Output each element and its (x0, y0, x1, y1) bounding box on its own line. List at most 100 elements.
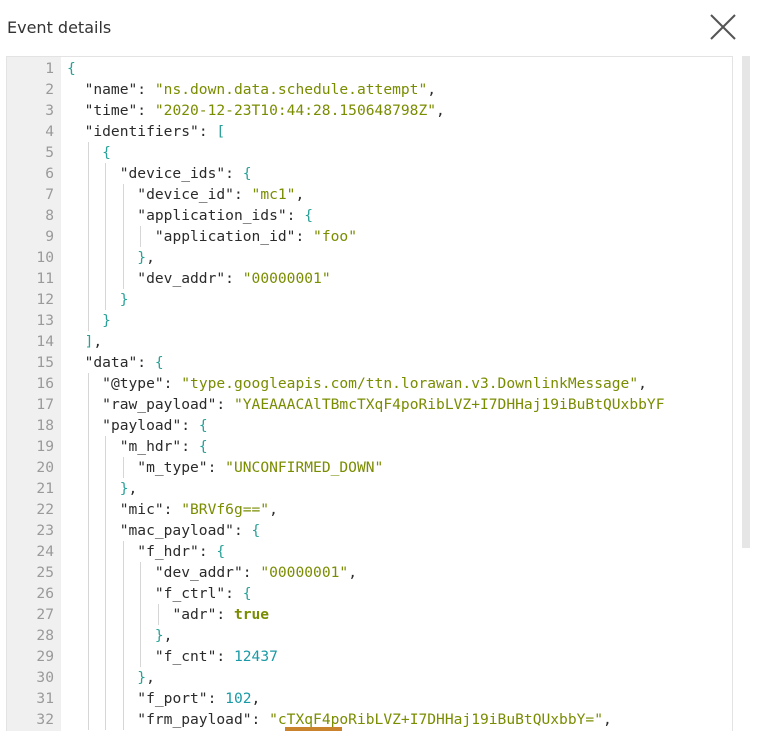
code-line: 15 "data": { (7, 352, 732, 373)
token-str: "cTXqF4poRibLVZ+I7DHHaj19iBuBtQUxbbY=" (269, 711, 603, 728)
code-text: "time": "2020-12-23T10:44:28.150648798Z"… (67, 100, 445, 121)
code-line: 3 "time": "2020-12-23T10:44:28.150648798… (7, 100, 732, 121)
token-punct: , (427, 81, 437, 98)
line-number: 21 (36, 480, 54, 497)
code-line: 11 "dev_addr": "00000001" (7, 268, 732, 289)
line-number: 25 (36, 564, 54, 581)
token-punct: : (163, 375, 182, 392)
code-line: 20 "m_type": "UNCONFIRMED_DOWN" (7, 457, 732, 478)
token-punct: : (233, 522, 252, 539)
token-punct: : (137, 354, 155, 371)
line-number: 14 (36, 333, 54, 350)
indent-guide (105, 436, 107, 730)
json-code-editor[interactable]: 1{2 "name": "ns.down.data.schedule.attem… (6, 56, 733, 731)
token-brace: { (242, 585, 252, 602)
modal-title: Event details (7, 18, 112, 37)
token-punct: , (269, 501, 278, 518)
code-text: "name": "ns.down.data.schedule.attempt", (67, 79, 436, 100)
token-key: "application_ids" (137, 207, 287, 224)
code-line: 2 "name": "ns.down.data.schedule.attempt… (7, 79, 732, 100)
token-brace: { (216, 543, 226, 560)
token-brace: } (137, 669, 147, 686)
line-number: 28 (36, 627, 54, 644)
token-punct: , (348, 564, 357, 581)
token-punct: , (295, 186, 305, 203)
token-punct: : (207, 459, 226, 476)
code-text: "mic": "BRVf6g==", (67, 499, 278, 520)
line-number: 18 (36, 417, 54, 434)
code-line: 7 "device_id": "mc1", (7, 184, 732, 205)
line-number: 4 (45, 123, 54, 140)
token-punct: : (207, 690, 226, 707)
close-icon (710, 14, 736, 40)
code-line: 18 "payload": { (7, 415, 732, 436)
line-number: 11 (36, 270, 54, 287)
token-punct: : (225, 165, 243, 182)
code-text: "identifiers": [ (67, 121, 226, 142)
code-text: } (67, 310, 111, 331)
token-punct: : (242, 564, 261, 581)
token-str: "ns.down.data.schedule.attempt" (154, 81, 428, 98)
code-line: 25 "dev_addr": "00000001", (7, 562, 732, 583)
token-brace: } (137, 249, 147, 266)
token-punct: : (137, 102, 155, 119)
token-punct: : (216, 606, 234, 623)
line-number: 10 (36, 249, 54, 266)
scrollbar-thumb[interactable] (742, 56, 750, 548)
line-number: 19 (36, 438, 54, 455)
event-details-modal: Event details 1{2 "name": "ns.down.data.… (0, 0, 758, 731)
token-punct: : (163, 501, 182, 518)
line-number: 22 (36, 501, 54, 518)
token-key: "identifiers" (84, 123, 199, 140)
line-number: 32 (36, 711, 54, 728)
token-num: 102 (225, 690, 252, 707)
code-line: 30 }, (7, 667, 732, 688)
code-line: 16 "@type": "type.googleapis.com/ttn.lor… (7, 373, 732, 394)
token-punct: : (137, 81, 155, 98)
code-line: 1{ (7, 58, 732, 79)
close-button[interactable] (706, 10, 740, 44)
line-number: 27 (36, 606, 54, 623)
token-punct: , (163, 627, 173, 644)
token-key: "device_id" (137, 186, 234, 203)
token-key: "f_cnt" (154, 648, 217, 665)
token-brace: { (102, 144, 111, 161)
token-brace: } (154, 627, 164, 644)
token-key: "dev_addr" (154, 564, 243, 581)
token-punct: : (198, 543, 217, 560)
token-key: "m_hdr" (119, 438, 182, 455)
token-punct: : (181, 417, 199, 434)
line-number: 2 (45, 81, 54, 98)
token-punct: , (128, 480, 138, 497)
code-text: "application_ids": { (67, 205, 313, 226)
token-brace: { (251, 522, 261, 539)
token-key: "f_ctrl" (154, 585, 226, 602)
code-text: "f_port": 102, (67, 688, 260, 709)
token-key: "payload" (102, 417, 182, 434)
line-number: 5 (45, 144, 54, 161)
code-text: "dev_addr": "00000001", (67, 562, 357, 583)
token-brace: { (242, 165, 252, 182)
code-text: "application_id": "foo" (67, 226, 357, 247)
token-punct: , (251, 690, 261, 707)
token-key: "frm_payload" (137, 711, 252, 728)
code-line: 32 "frm_payload": "cTXqF4poRibLVZ+I7DHHa… (7, 709, 732, 730)
code-text: }, (67, 667, 155, 688)
indent-guide (122, 541, 124, 730)
token-punct: , (602, 711, 612, 728)
token-str: "UNCONFIRMED_DOWN" (225, 459, 384, 476)
code-line: 13 } (7, 310, 732, 331)
indent-guide (122, 457, 124, 478)
token-brace: [ (216, 123, 226, 140)
code-line: 10 }, (7, 247, 732, 268)
token-punct: , (436, 102, 445, 119)
code-text: }, (67, 247, 155, 268)
code-line: 6 "device_ids": { (7, 163, 732, 184)
code-line: 28 }, (7, 625, 732, 646)
code-text: "device_id": "mc1", (67, 184, 304, 205)
line-number: 29 (36, 648, 54, 665)
line-number: 31 (36, 690, 54, 707)
token-punct: : (181, 438, 199, 455)
token-str: "BRVf6g==" (181, 501, 270, 518)
token-key: "@type" (102, 375, 164, 392)
